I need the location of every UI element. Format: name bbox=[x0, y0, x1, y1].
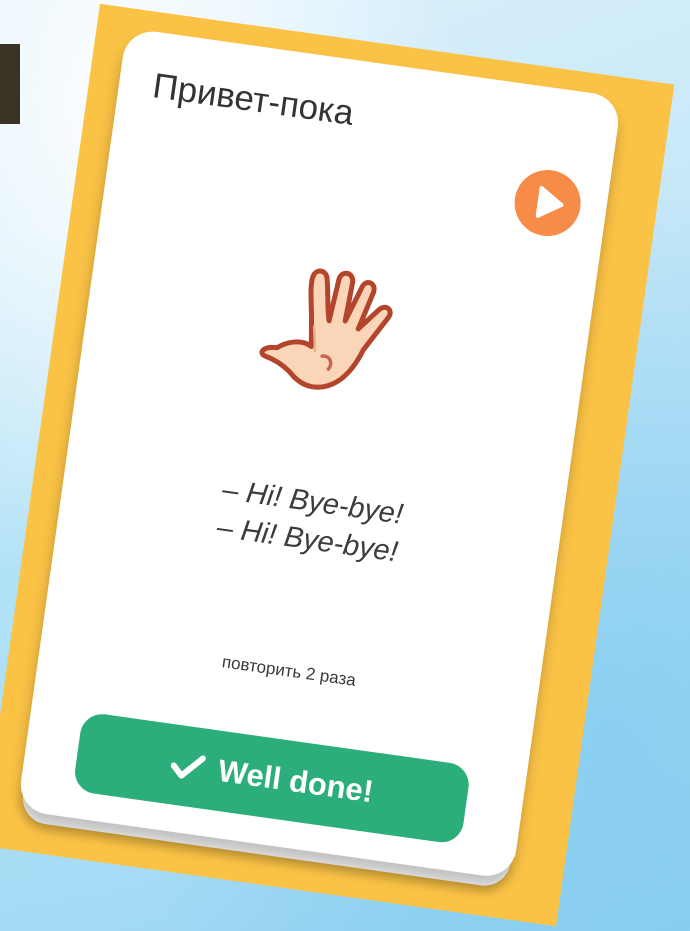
dark-edge-fragment bbox=[0, 44, 20, 124]
repeat-instruction: повторить 2 раза bbox=[220, 652, 358, 690]
hand-icon bbox=[259, 268, 393, 390]
checkmark-icon bbox=[170, 755, 206, 779]
card-title: Привет-пока bbox=[150, 66, 357, 133]
play-icon bbox=[535, 186, 564, 218]
flashcard: Привет-пока – Hi! Bye-bye! – Hi! Bye-bye… bbox=[0, 3, 675, 927]
well-done-button[interactable]: Well done! bbox=[72, 711, 472, 846]
play-audio-button[interactable] bbox=[510, 165, 585, 241]
well-done-label: Well done! bbox=[215, 752, 376, 810]
